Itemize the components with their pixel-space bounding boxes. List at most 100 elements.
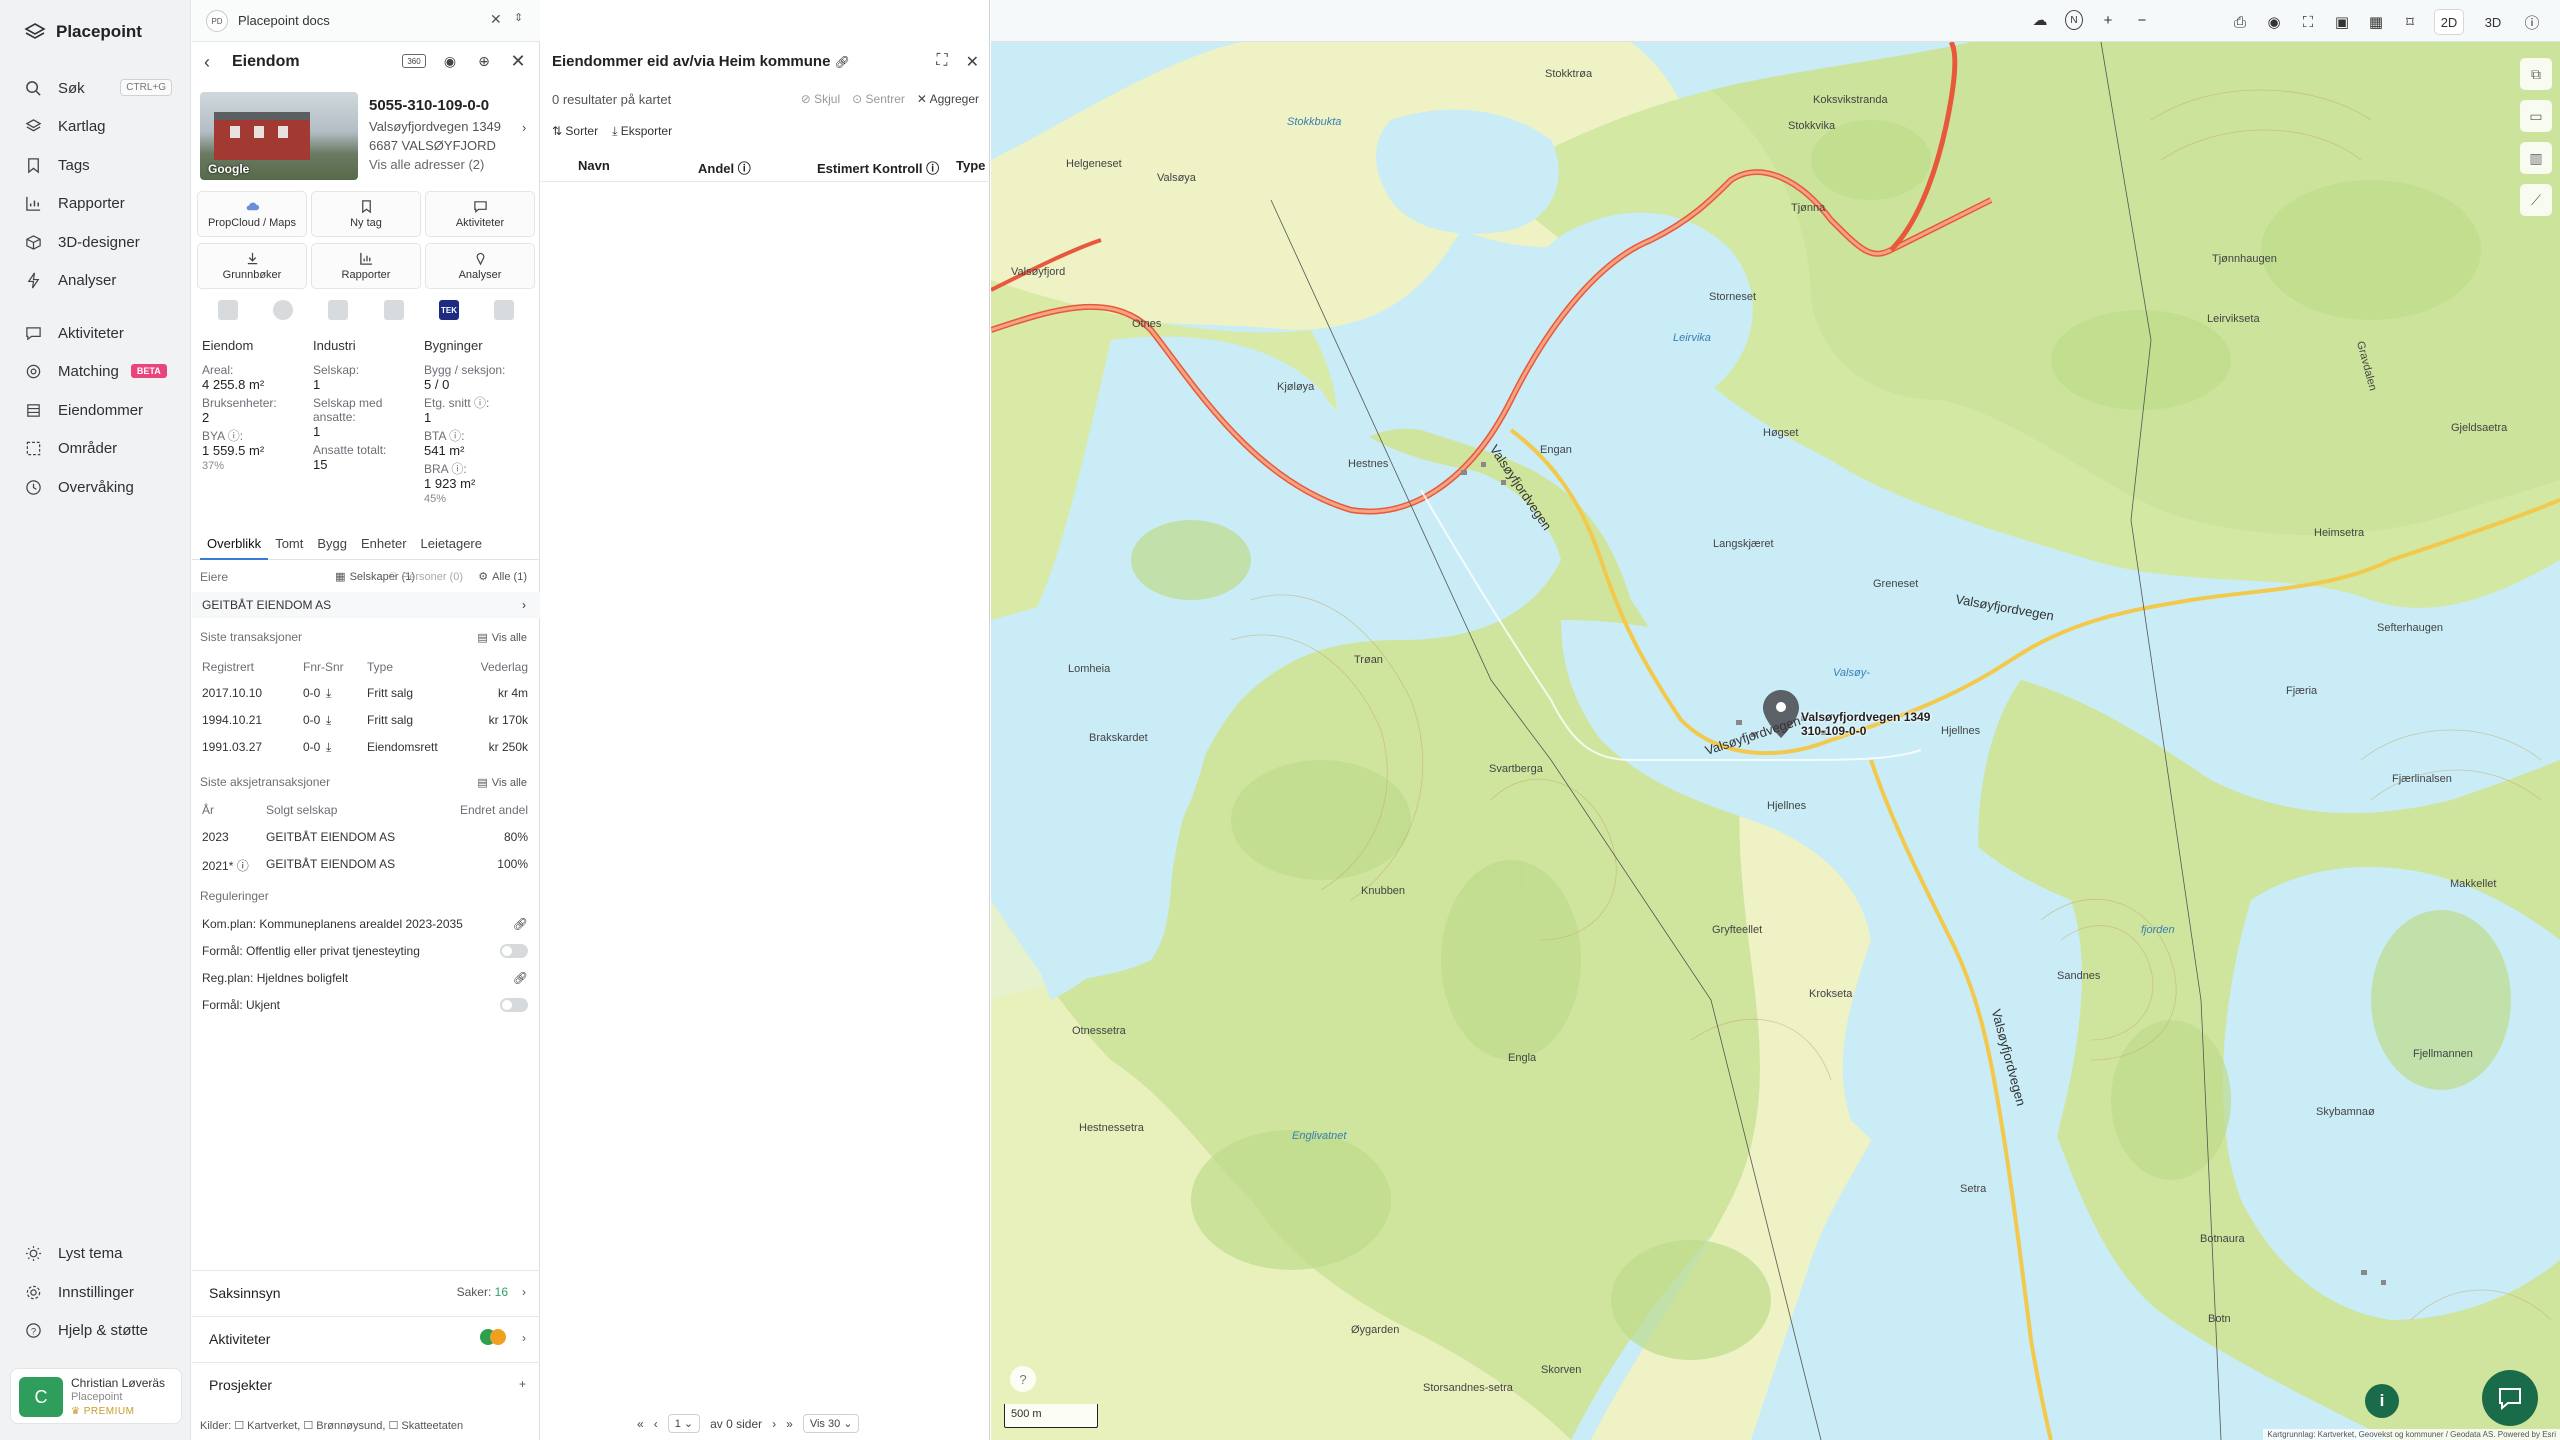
- close-icon[interactable]: ✕: [490, 11, 502, 28]
- download-icon[interactable]: ⤓: [326, 740, 331, 755]
- view-3d-button[interactable]: 3D: [2479, 10, 2507, 34]
- column-header[interactable]: Andel ⓘ: [698, 158, 751, 177]
- nav-item-lyst-tema[interactable]: Lyst tema: [24, 1238, 184, 1268]
- table-row[interactable]: 1991.03.27 0-0 ⤓ Eiendomsrett kr 250k: [192, 734, 540, 760]
- export-button[interactable]: ⤓ Eksporter: [612, 124, 672, 139]
- tab-enheter[interactable]: Enheter: [354, 534, 414, 560]
- download-icon[interactable]: ⤓: [326, 713, 331, 728]
- regulation-row[interactable]: Formål: Ukjent: [192, 992, 540, 1018]
- sort-button[interactable]: ⇅ Sorter: [552, 124, 598, 139]
- regulation-toggle[interactable]: [500, 944, 528, 958]
- nav-item-omrader[interactable]: Områder: [24, 433, 184, 463]
- owner-row[interactable]: GEITBÅT EIENDOM AS ›: [192, 592, 540, 618]
- filter-all[interactable]: ⚙ Alle (1): [478, 570, 527, 584]
- prosjekter-row[interactable]: Prosjekter +: [192, 1362, 540, 1406]
- nav-item-eiendommer[interactable]: Eiendommer: [24, 395, 184, 425]
- weather-icon[interactable]: ☁: [2031, 10, 2049, 30]
- regulation-row[interactable]: Kom.plan: Kommuneplanens arealdel 2023-2…: [192, 911, 540, 937]
- tab-overblikk[interactable]: Overblikk: [200, 534, 269, 560]
- reports-button[interactable]: Rapporter: [311, 243, 421, 289]
- nav-item-matching[interactable]: Matching BETA: [24, 356, 184, 386]
- analyses-button[interactable]: Analyser: [425, 243, 535, 289]
- eye-icon[interactable]: ◉: [2265, 12, 2283, 32]
- matrikkel-icon[interactable]: [217, 300, 238, 320]
- propcloud-button[interactable]: PropCloud / Maps: [197, 191, 307, 237]
- aggregate-button[interactable]: ✕ Aggreger: [917, 92, 979, 106]
- aktiviteter-row[interactable]: Aktiviteter ›: [192, 1316, 540, 1360]
- house-icon[interactable]: [494, 300, 515, 320]
- tab-bygg[interactable]: Bygg: [310, 534, 354, 560]
- prev-page-icon[interactable]: ‹: [654, 1417, 658, 1431]
- table-row[interactable]: 2017.10.10 0-0 ⤓ Fritt salg kr 4m: [192, 680, 540, 706]
- download-icon[interactable]: ⤓: [326, 686, 331, 701]
- basemap-icon[interactable]: ▭: [2520, 100, 2552, 132]
- measure-icon[interactable]: ⟋: [2520, 184, 2552, 216]
- page-select[interactable]: 1 ⌄: [667, 1414, 701, 1433]
- nav-item-innstillinger[interactable]: Innstillinger: [24, 1277, 184, 1307]
- view-2d-button[interactable]: 2D: [2435, 10, 2463, 34]
- link-icon[interactable]: 🔗︎: [513, 971, 528, 985]
- new-tag-button[interactable]: Ny tag: [311, 191, 421, 237]
- first-page-icon[interactable]: «: [637, 1417, 644, 1431]
- map-help-icon[interactable]: ?: [1010, 1366, 1036, 1392]
- fullscreen-icon[interactable]: ⛶: [2299, 12, 2317, 32]
- transactions-show-all[interactable]: ▤ Vis alle: [477, 631, 527, 645]
- nav-item-overvaking[interactable]: Overvåking: [24, 472, 184, 502]
- chevron-updown-icon[interactable]: ⇕: [514, 11, 523, 24]
- grid-icon[interactable]: ▦: [2367, 12, 2385, 32]
- grunnboker-button[interactable]: Grunnbøker: [197, 243, 307, 289]
- plus-circle-icon[interactable]: ⊕: [474, 51, 494, 71]
- last-page-icon[interactable]: »: [786, 1417, 793, 1431]
- globe-icon[interactable]: [272, 300, 293, 320]
- nav-item-3d-designer[interactable]: 3D-designer: [24, 227, 184, 257]
- column-header[interactable]: Type: [956, 158, 985, 173]
- street-view-photo[interactable]: Google: [200, 92, 358, 180]
- app-logo[interactable]: Placepoint: [24, 20, 142, 44]
- marker-label[interactable]: Valsøyfjordvegen 1349 310-109-0-0: [1801, 710, 1930, 738]
- eye-icon[interactable]: ◉: [440, 51, 460, 71]
- tek-icon[interactable]: TEK: [438, 300, 459, 320]
- zoom-out-icon[interactable]: −: [2133, 10, 2151, 30]
- hide-button[interactable]: ⊘ Skjul: [801, 92, 840, 106]
- view-360-icon[interactable]: 360: [402, 54, 426, 68]
- nav-item-tags[interactable]: Tags: [24, 150, 184, 180]
- info-icon[interactable]: i: [2365, 1384, 2399, 1418]
- next-page-icon[interactable]: ›: [772, 1417, 776, 1431]
- center-button[interactable]: ⊙ Sentrer: [852, 92, 905, 106]
- chevron-right-icon[interactable]: ›: [522, 120, 526, 135]
- table-row[interactable]: 2023 GEITBÅT EIENDOM AS 80%: [192, 824, 540, 850]
- nav-item-sok[interactable]: Søk CTRL+G: [24, 73, 184, 103]
- docs-title[interactable]: Placepoint docs: [238, 13, 330, 28]
- chat-support-button[interactable]: [2482, 1370, 2538, 1426]
- tab-leietagere[interactable]: Leietagere: [414, 534, 489, 560]
- plus-icon[interactable]: +: [519, 1377, 526, 1391]
- filter-persons[interactable]: ⚇ Personer (0): [388, 570, 463, 584]
- bookmark-icon[interactable]: ⌑: [2401, 12, 2419, 32]
- nav-item-aktiviteter[interactable]: Aktiviteter: [24, 318, 184, 348]
- per-page-select[interactable]: Vis 30 ⌄: [802, 1414, 860, 1433]
- nav-item-rapporter[interactable]: Rapporter: [24, 188, 184, 218]
- saksinnsyn-row[interactable]: Saksinnsyn Saker: 16 ›: [192, 1270, 540, 1314]
- tab-tomt[interactable]: Tomt: [268, 534, 310, 560]
- regulation-row[interactable]: Formål: Offentlig eller privat tjenestey…: [192, 938, 540, 964]
- industry-icon[interactable]: [328, 300, 349, 320]
- camera-icon[interactable]: ▣: [2333, 12, 2351, 32]
- compass-icon[interactable]: N: [2065, 10, 2083, 30]
- column-header[interactable]: Estimert Kontroll ⓘ: [817, 158, 939, 177]
- nav-item-analyser[interactable]: Analyser: [24, 265, 184, 295]
- nav-item-hjelp[interactable]: ? Hjelp & støtte: [24, 1315, 184, 1345]
- layers-tool-icon[interactable]: ⧉: [2520, 58, 2552, 90]
- info-icon[interactable]: ⓘ: [2523, 12, 2541, 32]
- regulation-toggle[interactable]: [500, 998, 528, 1012]
- share-tx-show-all[interactable]: ▤ Vis alle: [477, 776, 527, 790]
- print-icon[interactable]: ⎙: [2231, 12, 2249, 32]
- expand-icon[interactable]: ⛶: [936, 52, 947, 72]
- regulation-row[interactable]: Reg.plan: Hjeldnes boligfelt 🔗︎: [192, 965, 540, 991]
- buildings-icon[interactable]: [383, 300, 404, 320]
- table-row[interactable]: 1994.10.21 0-0 ⤓ Fritt salg kr 170k: [192, 707, 540, 733]
- close-icon[interactable]: ✕: [508, 51, 528, 71]
- user-profile-card[interactable]: C Christian Løveräs Placepoint ♛ PREMIUM: [10, 1368, 182, 1424]
- activities-button[interactable]: Aktiviteter: [425, 191, 535, 237]
- nav-item-kartlag[interactable]: Kartlag: [24, 111, 184, 141]
- map-view[interactable]: Valsøya Stokkbukta Stokktrøa Koksvikstra…: [991, 0, 2560, 1440]
